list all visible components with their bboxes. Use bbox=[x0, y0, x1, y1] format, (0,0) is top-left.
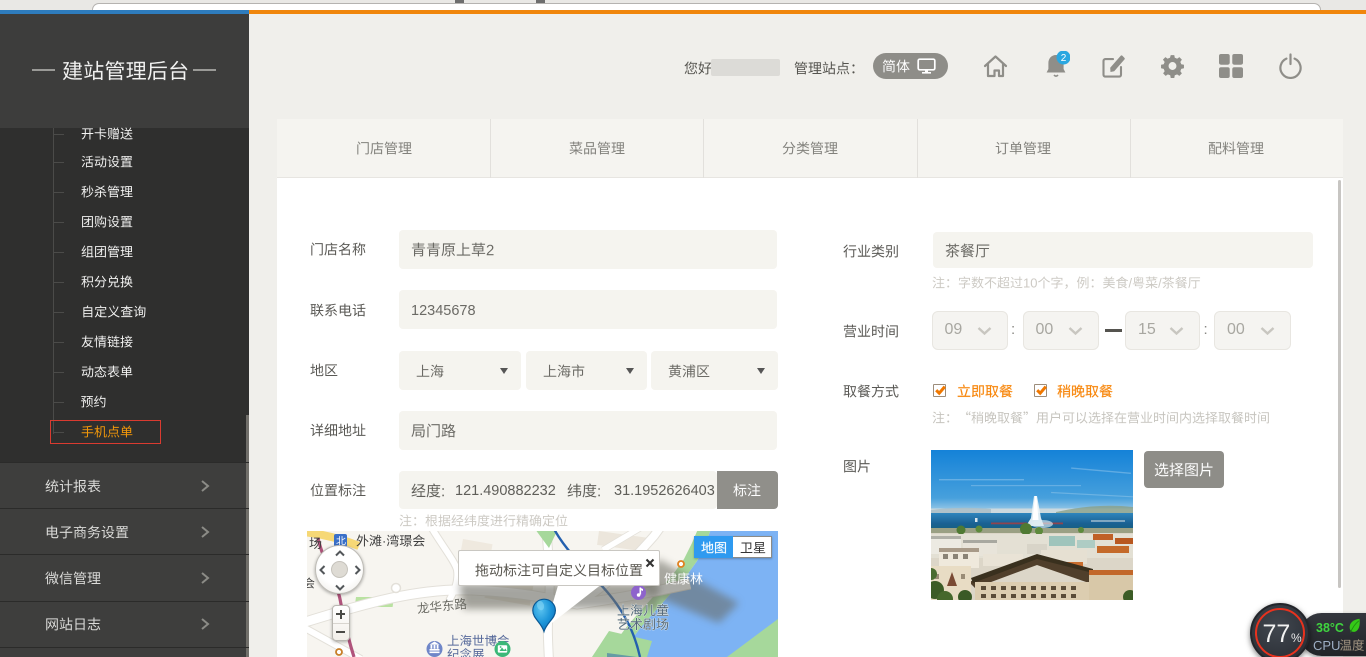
svg-text:2: 2 bbox=[1061, 53, 1067, 64]
